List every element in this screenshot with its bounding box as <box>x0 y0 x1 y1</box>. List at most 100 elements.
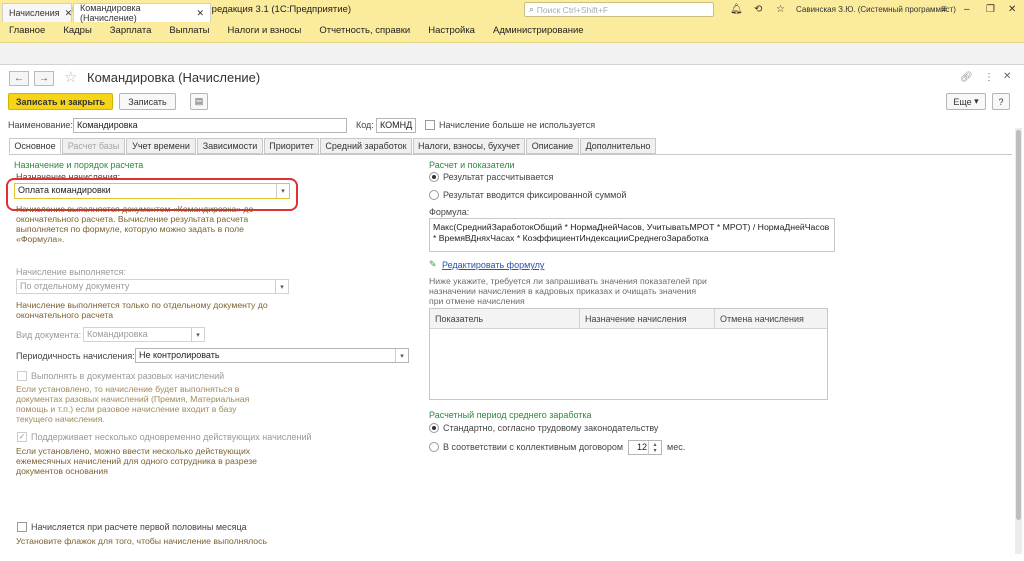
radio-collective[interactable] <box>429 442 439 452</box>
months-value: 12 <box>636 442 647 452</box>
radio-collective-label: В соответствии с коллективным договором <box>443 442 624 452</box>
close-icon[interactable]: ✕ <box>1008 0 1016 19</box>
maximize-icon[interactable]: ❐ <box>986 0 995 19</box>
vertical-scrollbar[interactable] <box>1015 128 1022 554</box>
search-placeholder: Поиск Ctrl+Shift+F <box>536 4 609 15</box>
section-avg-title: Расчетный период среднего заработка <box>429 410 592 420</box>
chevron-down-icon[interactable]: ▾ <box>395 349 408 362</box>
menu-salary[interactable]: Зарплата <box>101 25 161 36</box>
months-stepper[interactable]: 12 ▴ ▾ <box>628 440 662 455</box>
col-cancel[interactable]: Отмена начисления <box>715 309 827 329</box>
tab-priority[interactable]: Приоритет <box>264 138 319 154</box>
months-unit: мес. <box>667 442 686 452</box>
form-title: Командировка (Начисление) <box>87 70 261 85</box>
search-icon: ⌕ <box>529 4 534 14</box>
edit-formula-link[interactable]: Редактировать формулу <box>442 260 544 270</box>
tab-additional[interactable]: Дополнительно <box>580 138 656 154</box>
tab-main[interactable]: Основное <box>9 138 61 154</box>
window-menu-icon[interactable]: ≡ <box>941 0 947 19</box>
col-assign[interactable]: Назначение начисления <box>580 309 715 329</box>
radio-calculated[interactable] <box>429 172 439 182</box>
purpose-note: Начисление выполняется документом «Коман… <box>16 204 254 244</box>
tab-description[interactable]: Описание <box>526 138 579 154</box>
onetime-note: Если установлено, то начисление будет вы… <box>16 384 250 424</box>
menu-payments[interactable]: Выплаты <box>160 25 218 36</box>
current-user[interactable]: Савинская З.Ю. (Системный программист) <box>796 0 956 19</box>
help-button[interactable]: ? <box>992 93 1010 110</box>
formula-line-1: Макс(СреднийЗаработокОбщий * НормаДнейЧа… <box>433 222 830 232</box>
menu-admin[interactable]: Администрирование <box>484 25 593 36</box>
doc-tab-label: Начисления <box>9 8 60 18</box>
close-tab-icon[interactable]: ✕ <box>196 8 204 19</box>
menu-settings[interactable]: Настройка <box>419 25 484 36</box>
radio-standard-label: Стандартно, согласно трудовому законодат… <box>443 423 659 433</box>
menu-taxes[interactable]: Налоги и взносы <box>219 25 311 36</box>
chevron-down-icon: ▾ <box>275 280 288 293</box>
half-month-label: Начисляется при расчете первой половины … <box>31 522 247 532</box>
period-value: Не контролировать <box>139 350 220 360</box>
indicators-table[interactable]: Показатель Назначение начисления Отмена … <box>429 308 828 400</box>
global-search-input[interactable]: ⌕ Поиск Ctrl+Shift+F <box>524 2 714 17</box>
multi-label: Поддерживает несколько одновременно дейс… <box>31 432 312 442</box>
tab-dependencies[interactable]: Зависимости <box>197 138 263 154</box>
notifications-icon[interactable]: 🔔︎ <box>730 0 743 19</box>
multi-checkbox: ✓ <box>17 432 27 442</box>
history-icon[interactable]: ⟲ <box>754 0 762 19</box>
section-calc-title: Расчет и показатели <box>429 160 515 170</box>
report-list-icon[interactable]: ▤ <box>190 93 208 110</box>
menu-reports[interactable]: Отчетность, справки <box>310 25 419 36</box>
name-label: Наименование: <box>8 120 73 130</box>
more-button[interactable]: Еще ▾ <box>946 93 986 110</box>
more-label: Еще <box>953 96 972 107</box>
stepper-icon[interactable]: ▴ ▾ <box>648 441 661 454</box>
favorite-star-icon[interactable]: ☆ <box>64 68 77 86</box>
scrollbar-thumb[interactable] <box>1016 130 1021 520</box>
doc-tab-trip-accrual[interactable]: Командировка (Начисление) ✕ <box>73 3 211 23</box>
back-button[interactable]: ← <box>9 71 29 86</box>
open-documents-bar <box>0 43 1024 65</box>
doc-type-label: Вид документа: <box>16 330 82 340</box>
save-and-close-button[interactable]: Записать и закрыть <box>8 93 113 110</box>
chevron-down-icon[interactable]: ▾ <box>276 184 289 198</box>
purpose-select[interactable]: Оплата командировки ▾ <box>14 183 290 199</box>
half-month-checkbox[interactable] <box>17 522 27 532</box>
onetime-checkbox <box>17 371 27 381</box>
tab-content-border <box>9 154 1012 155</box>
radio-calculated-label: Результат рассчитывается <box>443 172 554 182</box>
forward-button[interactable]: → <box>34 71 54 86</box>
formula-line-2: * ВремяВДняхЧасах * КоэффициентИндексаци… <box>433 233 709 243</box>
formula-field[interactable]: Макс(СреднийЗаработокОбщий * НормаДнейЧа… <box>429 218 835 252</box>
close-tab-icon[interactable]: ✕ <box>65 8 73 19</box>
multi-note: Если установлено, можно ввести несколько… <box>16 446 257 476</box>
unused-checkbox[interactable] <box>425 120 435 130</box>
link-icon[interactable]: 🔗︎ <box>960 72 973 83</box>
radio-fixed-sum-label: Результат вводится фиксированной суммой <box>443 190 627 200</box>
doc-tab-accruals[interactable]: Начисления ✕ <box>2 3 72 22</box>
tab-base-calc[interactable]: Расчет базы <box>62 138 125 154</box>
radio-fixed-sum[interactable] <box>429 190 439 200</box>
tab-time-tracking[interactable]: Учет времени <box>126 138 196 154</box>
tab-average-earnings[interactable]: Средний заработок <box>320 138 412 154</box>
col-indicator[interactable]: Показатель <box>430 309 580 329</box>
performed-note: Начисление выполняется только по отдельн… <box>16 300 268 320</box>
menu-main[interactable]: Главное <box>0 25 54 36</box>
code-label: Код: <box>356 120 374 130</box>
minimize-icon[interactable]: – <box>964 0 970 19</box>
favorites-star-icon[interactable]: ☆ <box>776 0 785 19</box>
period-select[interactable]: Не контролировать ▾ <box>135 348 409 363</box>
performed-label: Начисление выполняется: <box>16 267 126 277</box>
code-field[interactable]: КОМНД <box>376 118 416 133</box>
unused-label: Начисление больше не используется <box>439 120 596 130</box>
performed-value: По отдельному документу <box>20 281 130 291</box>
name-field[interactable]: Командировка <box>73 118 347 133</box>
indicators-note: Ниже укажите, требуется ли запрашивать з… <box>429 276 707 306</box>
more-actions-icon[interactable]: ⋮ <box>984 72 994 83</box>
menu-hr[interactable]: Кадры <box>54 25 100 36</box>
chevron-down-icon: ▾ <box>191 328 204 341</box>
formula-label: Формула: <box>429 207 470 217</box>
tab-taxes-accounting[interactable]: Налоги, взносы, бухучет <box>413 138 525 154</box>
radio-standard[interactable] <box>429 423 439 433</box>
section-purpose-title: Назначение и порядок расчета <box>14 160 144 170</box>
close-form-icon[interactable]: ✕ <box>1003 71 1011 82</box>
save-button[interactable]: Записать <box>119 93 176 110</box>
